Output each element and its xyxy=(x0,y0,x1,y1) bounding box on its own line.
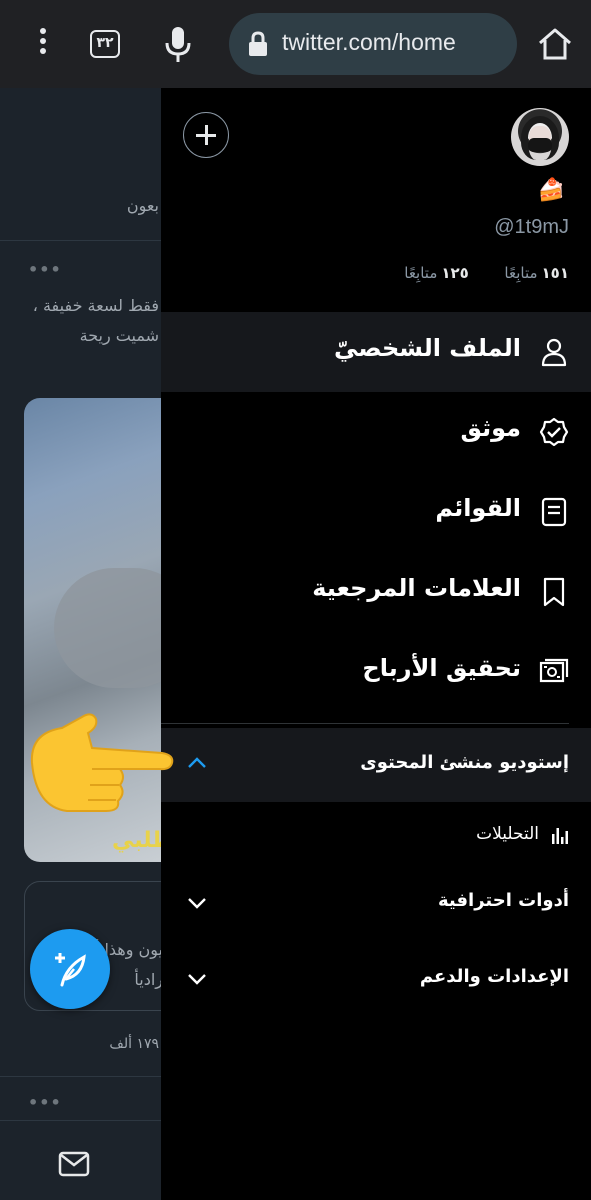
settings-support-toggle[interactable]: الإعدادات والدعم xyxy=(161,944,591,1014)
chevron-up-icon xyxy=(188,757,206,768)
nav-item-lists[interactable]: القوائم xyxy=(161,472,591,552)
sub-item-analytics[interactable]: التحليلات xyxy=(161,802,591,872)
browser-toolbar: ٣٢ twitter.com/home xyxy=(0,0,591,88)
tabs-icon[interactable]: ٣٢ xyxy=(90,30,120,58)
bookmark-icon xyxy=(543,577,565,607)
nav-item-bookmarks[interactable]: العلامات المرجعية xyxy=(161,552,591,632)
compose-tweet-button[interactable] xyxy=(30,929,110,1009)
home-feed: بعون ••• فقط لسعة خفيفة ، شميت ريحة طلبي… xyxy=(0,88,161,1200)
sub-item-label: التحليلات xyxy=(476,824,539,844)
feed-divider xyxy=(0,1076,161,1077)
media-caption: طلبي xyxy=(112,828,161,853)
feed-header-fragment: بعون xyxy=(126,196,159,215)
chevron-down-icon xyxy=(188,974,206,985)
drawer-divider xyxy=(161,723,569,724)
creator-studio-toggle[interactable]: إستوديو منشئ المحتوى xyxy=(161,728,591,802)
nav-item-verified[interactable]: موثق xyxy=(161,392,591,472)
professional-tools-toggle[interactable]: أدوات احترافية xyxy=(161,868,591,938)
user-handle: @1t9mJ xyxy=(494,216,569,238)
lists-icon xyxy=(541,497,567,527)
accordion-label: أدوات احترافية xyxy=(437,890,569,911)
person-icon xyxy=(541,338,567,367)
nav-item-monetization[interactable]: تحقيق الأرباح xyxy=(161,632,591,712)
nav-label: تحقيق الأرباح xyxy=(362,654,521,682)
chevron-down-icon xyxy=(188,898,206,909)
feather-plus-icon xyxy=(55,953,86,987)
avatar[interactable] xyxy=(511,108,569,166)
creator-studio-label: إستوديو منشئ المحتوى xyxy=(360,752,569,773)
add-account-button[interactable] xyxy=(183,112,229,158)
following-count: ١٥١ xyxy=(541,264,569,282)
money-icon xyxy=(539,658,569,683)
pointing-hand-emoji xyxy=(30,713,174,812)
url-text: twitter.com/home xyxy=(282,29,456,55)
analytics-icon xyxy=(552,828,568,844)
post-stat: ١٧٩ ألف xyxy=(109,1036,159,1052)
lock-icon xyxy=(249,31,267,56)
more-icon[interactable]: ••• xyxy=(28,260,62,279)
following-link[interactable]: ١٥١متابِعًا xyxy=(504,264,569,282)
card-text: راديأ xyxy=(134,970,161,989)
followers-label: متابِعًا xyxy=(404,264,438,282)
home-icon[interactable] xyxy=(537,26,573,62)
follow-stats: ١٥١متابِعًا ١٢٥متابِعًا xyxy=(404,264,569,282)
nav-label: موثق xyxy=(460,414,521,442)
followers-link[interactable]: ١٢٥متابِعًا xyxy=(404,264,469,282)
side-drawer: 🍰 @1t9mJ ١٥١متابِعًا ١٢٥متابِعًا الملف ا… xyxy=(161,88,591,1200)
following-label: متابِعًا xyxy=(504,264,538,282)
post-text: شميت ريحة xyxy=(79,326,159,345)
more-icon[interactable]: ••• xyxy=(28,1093,62,1112)
nav-label: القوائم xyxy=(435,494,521,522)
nav-label: الملف الشخصيّ xyxy=(334,334,521,362)
mic-icon[interactable] xyxy=(164,24,192,64)
media-shape xyxy=(54,568,161,688)
mail-icon[interactable] xyxy=(58,1151,90,1177)
verified-icon xyxy=(539,417,569,447)
accordion-label: الإعدادات والدعم xyxy=(419,966,569,987)
feed-divider xyxy=(0,240,161,241)
bottom-nav xyxy=(0,1120,161,1200)
cake-emoji: 🍰 xyxy=(537,178,565,203)
nav-label: العلامات المرجعية xyxy=(312,574,521,602)
post-text: فقط لسعة خفيفة ، xyxy=(32,296,159,315)
followers-count: ١٢٥ xyxy=(441,264,469,282)
url-bar[interactable]: twitter.com/home xyxy=(229,13,517,75)
menu-dots-icon[interactable] xyxy=(28,24,58,64)
avatar-mask xyxy=(528,138,552,152)
nav-item-profile[interactable]: الملف الشخصيّ xyxy=(161,312,591,392)
